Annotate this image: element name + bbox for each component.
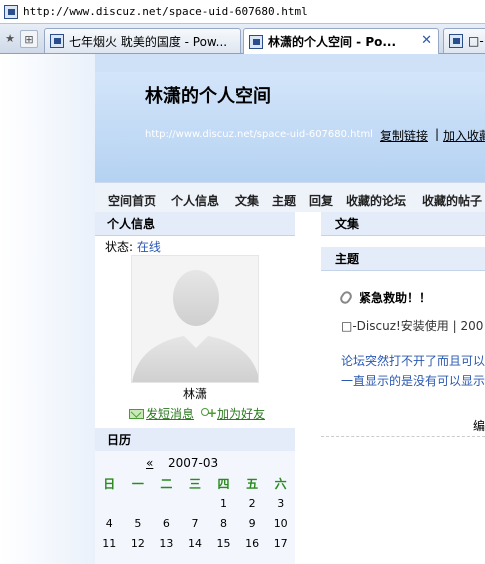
star-icon[interactable]: ★ xyxy=(1,30,19,48)
tab-qinian[interactable]: 七年烟火 耽美的国度 - Pow... xyxy=(44,28,241,53)
add-friend-icon xyxy=(201,408,217,419)
post-meta: □-Discuz!安装使用 | 200 xyxy=(341,319,484,333)
calendar-day: 3 xyxy=(277,496,285,510)
calendar-day: 8 xyxy=(220,516,228,530)
left-sidebar: 个人信息 状态: 在线 林潇 发短消息 加为好友 日历 « 2007-03 xyxy=(95,212,295,564)
weekday: 二 xyxy=(160,476,173,491)
tab-label: 林潇的个人空间 - Po... xyxy=(268,35,397,49)
page-icon xyxy=(249,34,263,49)
send-message-button[interactable]: 发短消息 xyxy=(129,405,194,422)
calendar-day: 16 xyxy=(245,536,260,550)
calendar-day xyxy=(95,493,124,513)
add-friend-button[interactable]: 加为好友 xyxy=(201,405,265,422)
weekday: 三 xyxy=(188,476,201,491)
address-url[interactable]: http://www.discuz.net/space-uid-607680.h… xyxy=(23,5,308,18)
space-nav: 空间首页 个人信息 文集 主题 回复 收藏的论坛 收藏的帖子 xyxy=(95,182,485,212)
calendar-day: 11 xyxy=(102,536,117,550)
calendar-day: 7 xyxy=(191,516,199,530)
close-icon[interactable]: ✕ xyxy=(421,33,432,48)
status-line: 状态: 在线 xyxy=(105,238,161,255)
main-content: 文集 主题 紧急救助！！ □-Discuz!安装使用 | 200 论坛突然打不开… xyxy=(321,212,485,564)
page-icon xyxy=(4,4,18,19)
tab-third[interactable]: □- xyxy=(443,28,485,53)
nav-item-fav-threads[interactable]: 收藏的帖子 xyxy=(422,192,482,209)
nav-item-topics[interactable]: 主题 xyxy=(272,192,296,209)
calendar-day: 6 xyxy=(162,516,170,530)
add-friend-label: 加为好友 xyxy=(217,407,266,421)
calendar-month: 2007-03 xyxy=(168,456,219,470)
space-header: 林潇的个人空间 http://www.discuz.net/space-uid-… xyxy=(95,54,485,182)
profile-heading: 个人信息 xyxy=(95,212,295,236)
calendar-day: 4 xyxy=(105,516,113,530)
weekday: 四 xyxy=(217,476,230,491)
calendar-day: 5 xyxy=(134,516,142,530)
calendar-day: 10 xyxy=(273,516,288,530)
mail-icon xyxy=(129,408,144,419)
nav-item-replies[interactable]: 回复 xyxy=(309,192,333,209)
tab-linxiao-space[interactable]: 林潇的个人空间 - Po... ✕ xyxy=(243,28,439,54)
address-bar[interactable]: http://www.discuz.net/space-uid-607680.h… xyxy=(0,0,485,24)
calendar-day xyxy=(152,493,181,513)
articles-heading: 文集 xyxy=(321,212,485,236)
header-separator: | xyxy=(435,127,440,141)
post-excerpt[interactable]: 论坛突然打不开了而且可以 一直显示的是没有可以显示 xyxy=(341,351,485,391)
tab-grid-icon[interactable]: ⊞ xyxy=(20,30,38,48)
topics-heading: 主题 xyxy=(321,247,485,271)
tab-label: □- xyxy=(468,34,484,48)
calendar-day xyxy=(124,493,153,513)
calendar-day: 1 xyxy=(220,496,228,510)
weekday: 日 xyxy=(103,476,116,491)
add-favorite-link[interactable]: 加入收藏 xyxy=(443,127,485,144)
calendar-day: 13 xyxy=(159,536,174,550)
prev-month-button[interactable]: « xyxy=(146,456,153,470)
calendar-day: 14 xyxy=(187,536,202,550)
divider xyxy=(321,436,485,437)
page-icon xyxy=(449,34,463,48)
weekday: 一 xyxy=(131,476,144,491)
post-title-text[interactable]: 紧急救助！！ xyxy=(359,289,431,306)
calendar-grid: 日 一 二 三 四 五 六 1 2 3 4 5 6 7 8 9 10 11 12… xyxy=(95,473,295,553)
calendar-heading: 日历 xyxy=(95,428,295,452)
tab-label: 七年烟火 耽美的国度 - Pow... xyxy=(69,34,228,49)
calendar: « 2007-03 日 一 二 三 四 五 六 1 2 3 4 5 6 7 8 … xyxy=(95,451,295,564)
calendar-day: 17 xyxy=(273,536,288,550)
post-excerpt-line: 论坛突然打不开了而且可以 xyxy=(341,354,485,368)
page-left-background xyxy=(0,54,95,564)
calendar-day xyxy=(181,493,210,513)
tab-bar: ★ ⊞ 七年烟火 耽美的国度 - Pow... 林潇的个人空间 - Po... … xyxy=(0,24,485,54)
status-value: 在线 xyxy=(136,240,161,254)
status-label: 状态: xyxy=(105,240,134,254)
username: 林潇 xyxy=(182,387,207,401)
send-message-label: 发短消息 xyxy=(146,407,195,421)
nav-item-fav-forums[interactable]: 收藏的论坛 xyxy=(346,192,406,209)
calendar-day: 9 xyxy=(248,516,256,530)
avatar xyxy=(131,255,259,383)
header-top-band xyxy=(95,54,485,72)
calendar-day: 2 xyxy=(248,496,256,510)
calendar-day: 12 xyxy=(130,536,145,550)
weekday: 六 xyxy=(274,476,287,491)
post-excerpt-line: 一直显示的是没有可以显示 xyxy=(341,374,485,388)
page-icon xyxy=(50,34,64,48)
nav-item-profile[interactable]: 个人信息 xyxy=(171,192,219,209)
page-title: 林潇的个人空间 xyxy=(145,86,271,107)
space-url: http://www.discuz.net/space-uid-607680.h… xyxy=(145,129,373,140)
nav-item-home[interactable]: 空间首页 xyxy=(108,192,156,209)
post-title[interactable]: 紧急救助！！ xyxy=(338,289,431,306)
nav-item-articles[interactable]: 文集 xyxy=(235,192,259,209)
calendar-day: 15 xyxy=(216,536,231,550)
weekday: 五 xyxy=(246,476,259,491)
edit-link[interactable]: 编 xyxy=(473,417,485,434)
copy-link-button[interactable]: 复制链接 xyxy=(380,127,428,144)
avatar-placeholder-icon xyxy=(132,270,258,382)
paperclip-icon xyxy=(338,289,354,306)
